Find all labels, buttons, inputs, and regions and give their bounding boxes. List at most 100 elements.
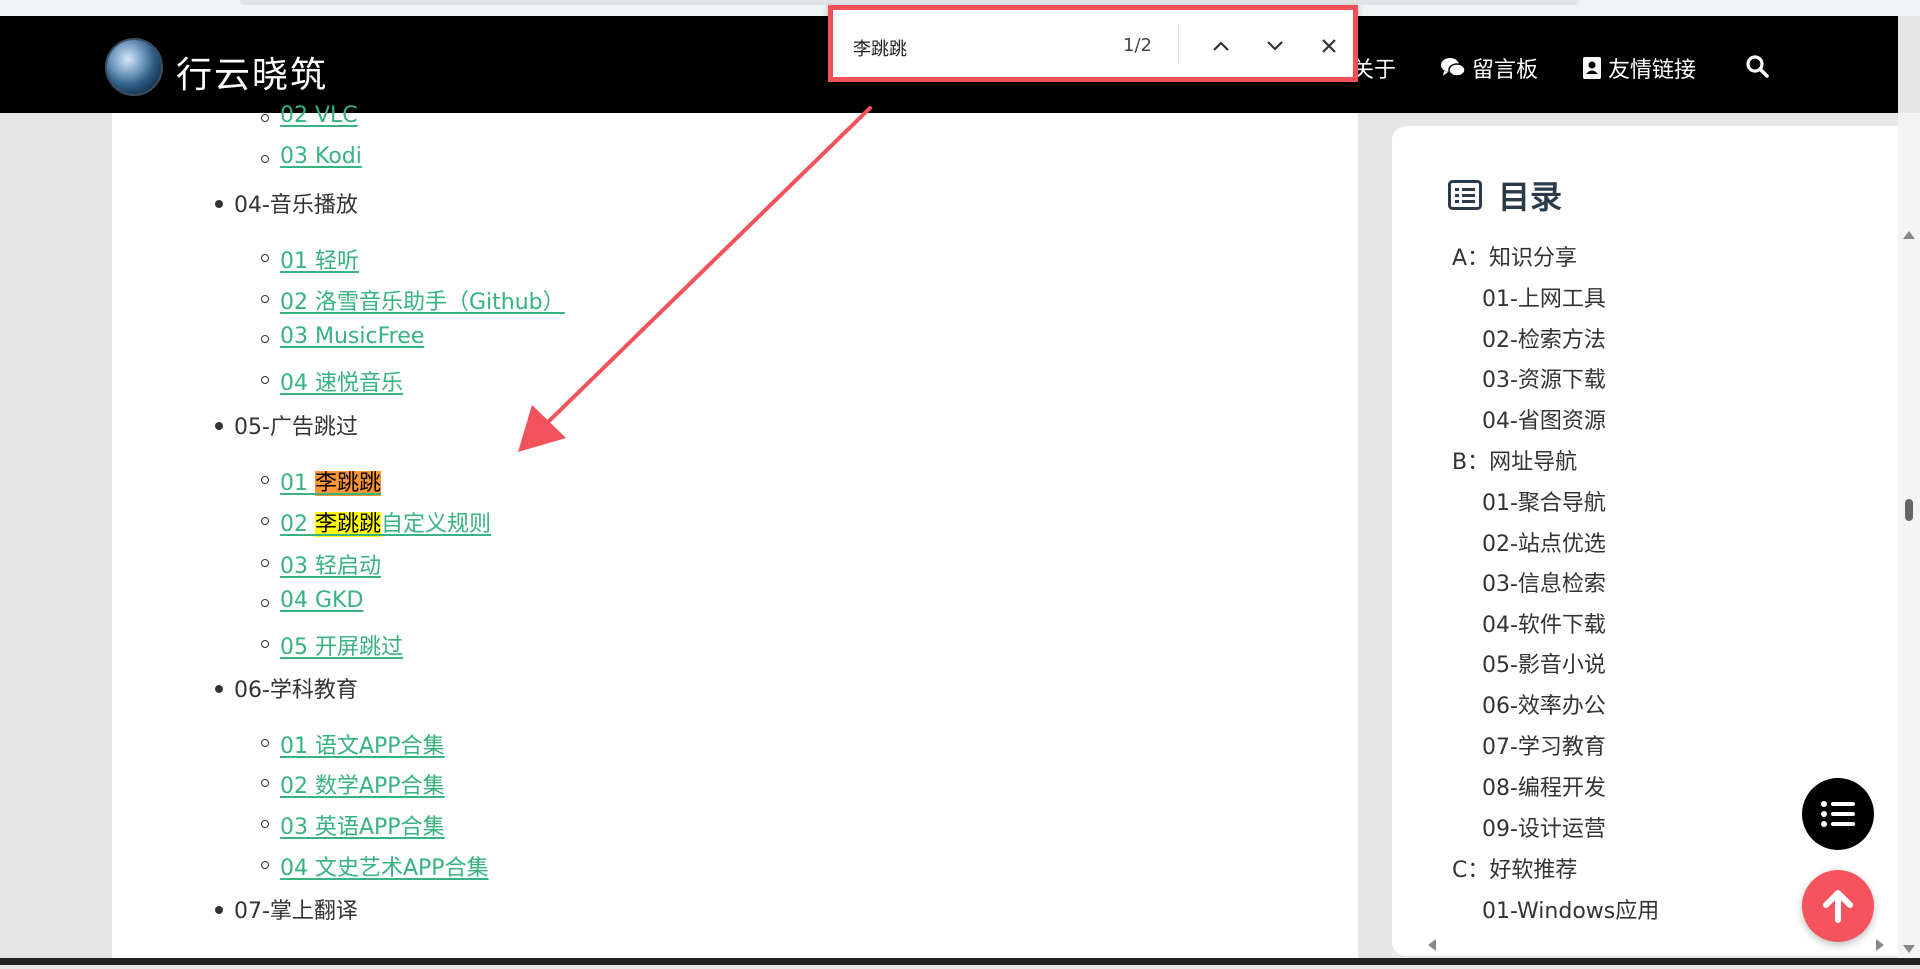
bullet-marker [261,254,269,262]
sidebar-item[interactable]: 09-设计运营 [1482,811,1606,843]
article-link[interactable]: 01 轻听 [280,249,359,274]
toc-toggle-button[interactable] [1802,778,1874,850]
article-link[interactable]: 02 李跳跳自定义规则 [280,512,491,537]
site-logo[interactable] [105,38,163,96]
arrow-up-icon [1823,890,1853,923]
toc-link-item[interactable]: 04 GKD [261,588,363,613]
sidebar-horizontal-scrollbar[interactable] [1426,938,1886,952]
bullet-marker [261,779,269,787]
toc-link-item[interactable]: 03 轻启动 [261,548,381,580]
toc-title: 目录 [1498,178,1563,216]
contact-card-icon [1583,57,1601,79]
toc-link-item[interactable]: 01 轻听 [261,243,359,275]
page-vertical-scrollbar[interactable] [1898,113,1920,965]
toc-section-item: 06-学科教育 [215,672,358,704]
bullet-marker [261,295,269,303]
scrollbar-arrows [1903,231,1915,953]
sidebar-item[interactable]: 01-Windows应用 [1482,893,1659,925]
close-icon [1322,39,1336,53]
sidebar-item[interactable]: 04-软件下载 [1482,607,1606,639]
list-icon [1821,801,1855,827]
toc-link-item[interactable]: 01 语文APP合集 [261,728,445,760]
sidebar-item[interactable]: 03-资源下载 [1482,362,1606,394]
toc-link-item[interactable]: 02 数学APP合集 [261,768,445,800]
sidebar-item[interactable]: 02-站点优选 [1482,526,1606,558]
bullet-marker [261,476,269,484]
nav-about-label: 关于 [1352,58,1397,83]
back-to-top-button[interactable] [1802,870,1874,942]
bullet-marker [261,640,269,648]
article-link[interactable]: 05 开屏跳过 [280,635,403,660]
find-match-current: 李跳跳 [315,471,382,496]
toc-link-item[interactable]: 02 VLC [261,103,358,128]
article-link[interactable]: 02 数学APP合集 [280,774,445,799]
toc-link-item[interactable]: 04 速悦音乐 [261,365,403,397]
sidebar-item[interactable]: 06-效率办公 [1482,688,1606,720]
bullet-marker [261,335,269,343]
article-link[interactable]: 04 GKD [280,588,363,613]
section-label: 04-音乐播放 [234,193,358,218]
sidebar-section[interactable]: A：知识分享 [1452,240,1577,272]
bullet-marker [261,820,269,828]
find-match: 李跳跳 [315,512,382,537]
article-link[interactable]: 04 文史艺术APP合集 [280,856,489,881]
toc-section-item: 05-广告跳过 [215,409,358,441]
article-link[interactable]: 03 Kodi [280,144,362,169]
article-link[interactable]: 02 洛雪音乐助手（Github） [280,290,565,315]
toc-link-item[interactable]: 04 文史艺术APP合集 [261,850,489,882]
find-match-count: 1/2 [1123,35,1152,56]
bullet-marker [215,685,223,693]
article-link[interactable]: 01 语文APP合集 [280,734,445,759]
bullet-marker [261,114,269,122]
bullet-marker [261,861,269,869]
toc-link-item[interactable]: 05 开屏跳过 [261,629,403,661]
article-link[interactable]: 03 轻启动 [280,554,381,579]
chevron-down-icon [1267,41,1283,51]
sidebar-item[interactable]: 01-上网工具 [1482,281,1606,313]
toc-section-item: 04-音乐播放 [215,187,358,219]
section-label: 07-掌上翻译 [234,899,358,924]
sidebar-section[interactable]: C：好软推荐 [1452,852,1577,884]
sidebar-item[interactable]: 02-检索方法 [1482,322,1606,354]
nav-guestbook-label: 留言板 [1472,58,1539,83]
sidebar-item[interactable]: 01-聚合导航 [1482,485,1606,517]
nav-about[interactable]: 关于 [1352,52,1396,84]
bullet-marker [261,155,269,163]
sidebar-item[interactable]: 04-省图资源 [1482,403,1606,435]
toc-link-item[interactable]: 03 MusicFree [261,324,424,349]
sidebar-item[interactable]: 08-编程开发 [1482,770,1606,802]
link-prefix: 02 [280,512,315,537]
link-suffix: 自定义规则 [381,512,492,537]
find-close-button[interactable] [1313,30,1345,62]
article-content: 02 VLC 03 Kodi 04-音乐播放 01 轻听 02 洛雪音乐助手（Githu… [112,103,1358,965]
nav-guestbook[interactable]: 留言板 [1440,52,1538,84]
article-link[interactable]: 03 MusicFree [280,324,424,349]
sidebar-section[interactable]: B：网址导航 [1452,444,1577,476]
chat-icon [1441,58,1466,77]
toc-link-item[interactable]: 01 李跳跳 [261,465,382,497]
bullet-marker [261,559,269,567]
sidebar-item[interactable]: 03-信息检索 [1482,566,1606,598]
bullet-marker [261,599,269,607]
article-link[interactable]: 03 英语APP合集 [280,815,445,840]
toc-link-item[interactable]: 03 Kodi [261,144,362,169]
sidebar-item[interactable]: 07-学习教育 [1482,729,1606,761]
article-link[interactable]: 04 速悦音乐 [280,371,403,396]
find-previous-button[interactable] [1205,30,1237,62]
find-next-button[interactable] [1259,30,1291,62]
toc-link-item[interactable]: 03 英语APP合集 [261,809,445,841]
nav-search-button[interactable] [1745,54,1769,78]
find-divider [1178,24,1179,64]
toc-link-item[interactable]: 02 李跳跳自定义规则 [261,506,491,538]
search-icon [1746,55,1769,78]
article-link[interactable]: 01 李跳跳 [280,471,382,496]
nav-friend-links[interactable]: 友情链接 [1582,52,1696,84]
article-link[interactable]: 02 VLC [280,103,358,128]
bullet-marker [215,200,223,208]
bullet-marker [215,906,223,914]
site-title[interactable]: 行云晓筑 [176,46,328,98]
sidebar-item[interactable]: 05-影音小说 [1482,647,1606,679]
toc-link-item[interactable]: 02 洛雪音乐助手（Github） [261,284,565,316]
find-input[interactable]: 李跳跳 [853,35,907,61]
toc-heading: 目录 [1448,172,1562,218]
